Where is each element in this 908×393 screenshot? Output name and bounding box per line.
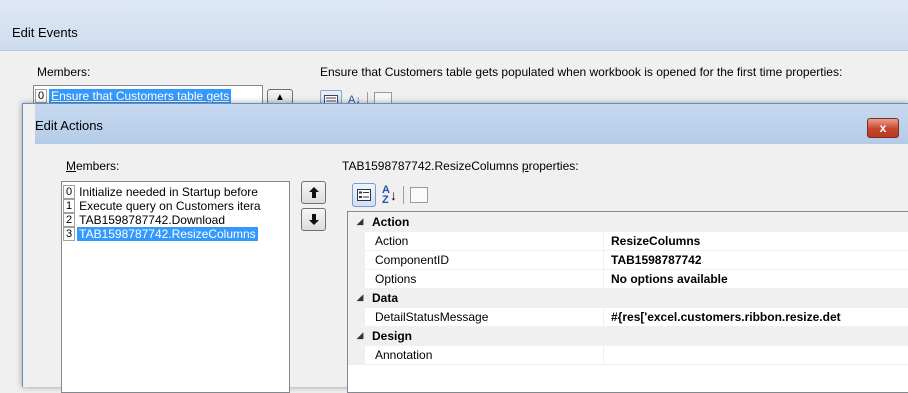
- collapse-icon[interactable]: ◢: [348, 330, 372, 341]
- column-divider: [603, 231, 604, 250]
- property-name: ComponentID: [375, 252, 450, 267]
- edit-actions-body: Members: 0 Initialize needed in Startup …: [35, 144, 908, 393]
- arrow-up-icon: [308, 187, 319, 198]
- edit-actions-titlebar: Edit Actions x: [23, 104, 908, 144]
- members-label: Members:: [66, 159, 120, 173]
- edit-events-title: Edit Events: [12, 25, 78, 40]
- outer-members-label: Members:: [37, 65, 91, 79]
- list-item-index: 1: [63, 199, 76, 213]
- row-margin: [348, 231, 365, 250]
- list-item-label: Ensure that Customers table gets: [49, 89, 232, 103]
- list-item-index: 0: [35, 89, 48, 103]
- category-design[interactable]: ◢ Design: [348, 326, 908, 346]
- property-value[interactable]: TAB1598787742: [611, 253, 908, 267]
- property-pages-icon[interactable]: [409, 187, 428, 203]
- property-name: Annotation: [375, 347, 433, 362]
- property-row[interactable]: Action ResizeColumns: [348, 231, 908, 251]
- list-item-index: 3: [63, 227, 76, 241]
- list-item-index: 2: [63, 213, 76, 227]
- move-up-button[interactable]: [301, 181, 326, 204]
- move-down-button[interactable]: [301, 208, 326, 231]
- list-item-index: 0: [63, 185, 76, 199]
- category-data[interactable]: ◢ Data: [348, 288, 908, 308]
- close-button[interactable]: x: [867, 118, 899, 138]
- category-label: Design: [372, 328, 413, 343]
- property-value[interactable]: #{res['excel.customers.ribbon.resize.det: [611, 310, 908, 324]
- column-divider: [603, 345, 604, 364]
- list-item-label: Initialize needed in Startup before: [79, 185, 258, 199]
- dialog-left-border: [23, 104, 35, 387]
- column-divider: [603, 307, 604, 326]
- property-value[interactable]: ResizeColumns: [611, 234, 908, 248]
- category-label: Action: [372, 214, 410, 229]
- row-margin: [348, 250, 365, 269]
- list-item[interactable]: 0 Initialize needed in Startup before: [63, 185, 289, 199]
- row-margin: [348, 307, 365, 326]
- arrow-down-icon: [308, 214, 319, 225]
- row-margin: [348, 269, 365, 288]
- list-item-label: Execute query on Customers itera: [79, 199, 261, 213]
- list-item-selected[interactable]: 3 TAB1598787742.ResizeColumns: [63, 227, 289, 241]
- members-list[interactable]: 0 Initialize needed in Startup before 1 …: [61, 181, 290, 393]
- collapse-icon[interactable]: ◢: [348, 292, 372, 303]
- category-label: Data: [372, 290, 399, 305]
- edit-actions-dialog: Edit Actions x Members: 0 Initialize nee…: [22, 103, 908, 393]
- property-grid-toolbar: AZ ↓: [352, 183, 428, 207]
- list-item[interactable]: 0 Ensure that Customers table gets: [35, 89, 262, 103]
- alphabetical-sort-button[interactable]: AZ ↓: [382, 184, 397, 206]
- collapse-icon[interactable]: ◢: [348, 216, 372, 227]
- sort-az-icon: AZ: [382, 184, 390, 206]
- list-item[interactable]: 2 TAB1598787742.Download: [63, 213, 289, 227]
- column-divider: [603, 250, 604, 269]
- property-row[interactable]: ComponentID TAB1598787742: [348, 250, 908, 270]
- category-action[interactable]: ◢ Action: [348, 212, 908, 232]
- sort-arrow-icon: ↓: [389, 187, 397, 203]
- list-item-label: TAB1598787742.ResizeColumns: [77, 227, 258, 241]
- column-divider: [603, 269, 604, 288]
- categorized-icon: [357, 189, 371, 201]
- toolbar-separator: [402, 186, 404, 204]
- property-name: DetailStatusMessage: [375, 309, 489, 324]
- list-item[interactable]: 1 Execute query on Customers itera: [63, 199, 289, 213]
- list-item-label: TAB1598787742.Download: [79, 213, 226, 227]
- edit-actions-title: Edit Actions: [35, 118, 103, 133]
- categorized-view-button[interactable]: [352, 183, 376, 207]
- property-row[interactable]: DetailStatusMessage #{res['excel.custome…: [348, 307, 908, 327]
- properties-label: TAB1598787742.ResizeColumns properties:: [342, 159, 579, 173]
- property-value[interactable]: No options available: [611, 272, 908, 286]
- property-row[interactable]: Options No options available: [348, 269, 908, 289]
- property-name: Action: [375, 233, 409, 248]
- row-margin: [348, 345, 365, 364]
- edit-events-titlebar: Edit Events: [0, 0, 908, 51]
- outer-properties-label: Ensure that Customers table gets populat…: [320, 65, 843, 79]
- property-row[interactable]: Annotation: [348, 345, 908, 365]
- property-grid[interactable]: ◢ Action Action ResizeColumns ComponentI…: [347, 211, 908, 393]
- property-name: Options: [375, 271, 417, 286]
